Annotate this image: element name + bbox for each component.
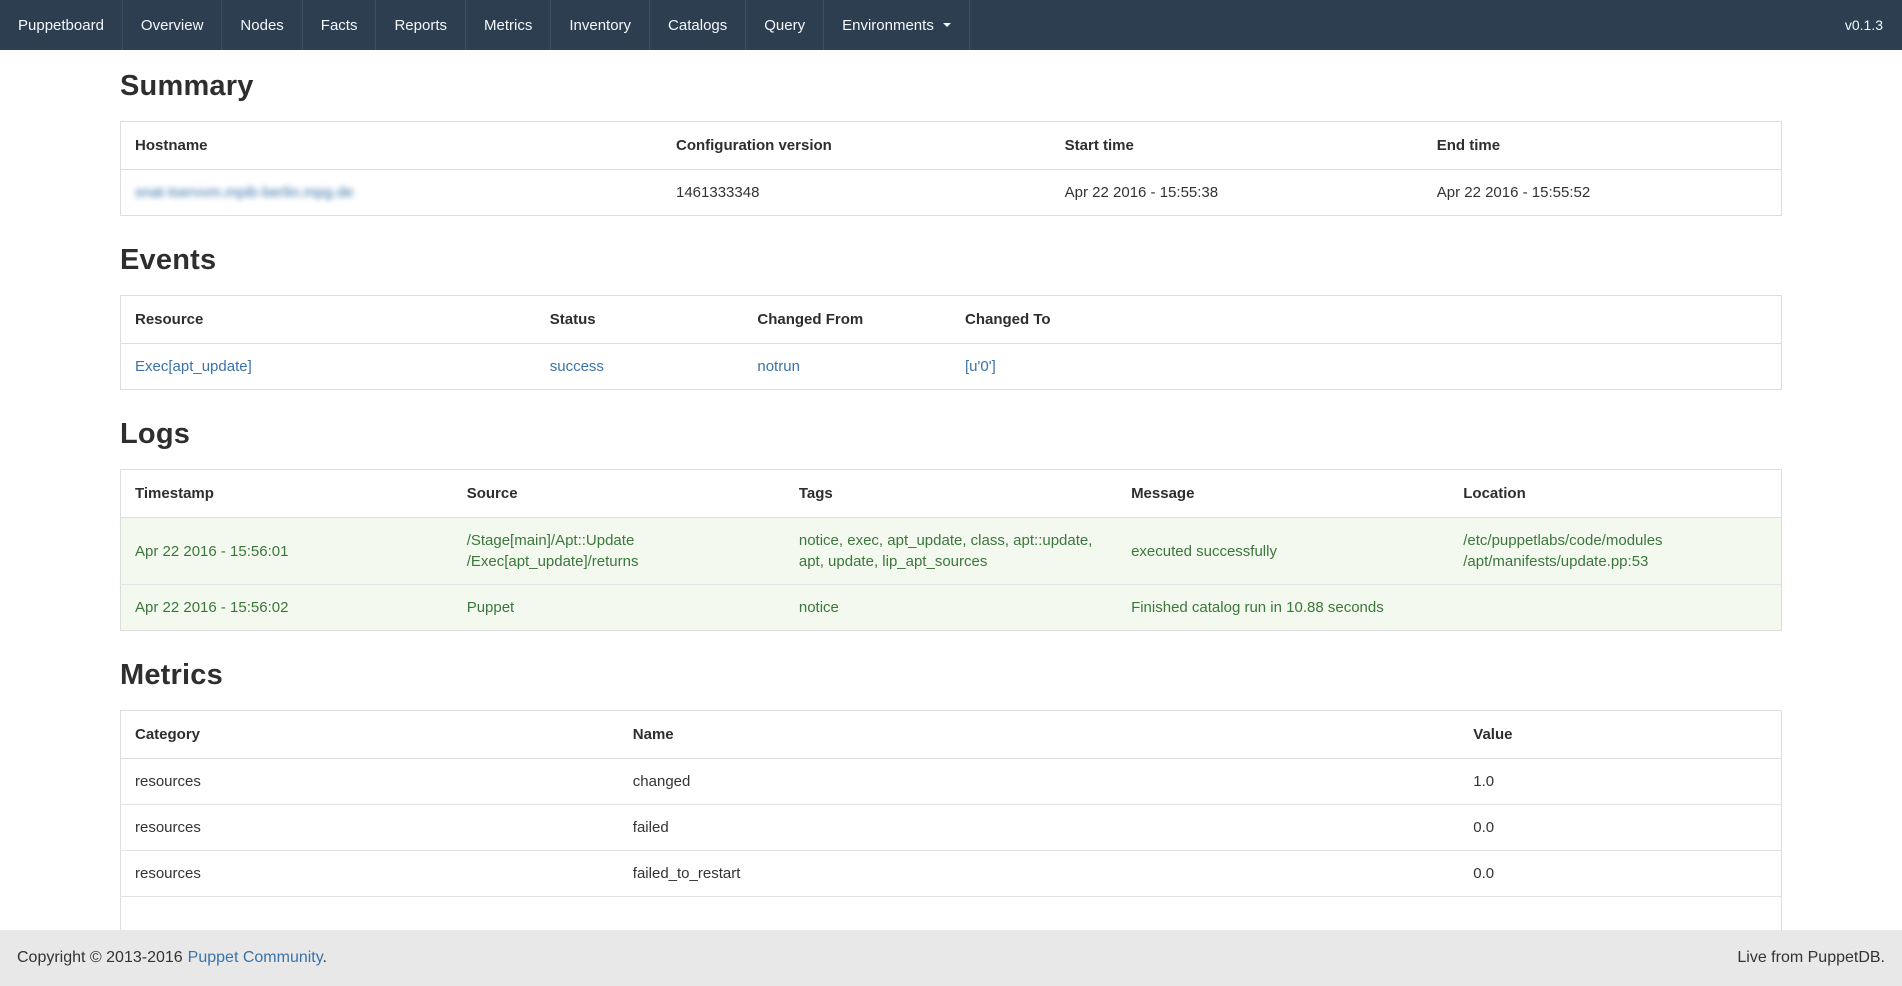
metrics-section: Metrics Category Name Value resources ch… — [120, 659, 1782, 942]
log-row: Apr 22 2016 - 15:56:01 /Stage[main]/Apt:… — [121, 518, 1782, 585]
event-changed-to-link[interactable]: [u'0'] — [965, 358, 996, 375]
log-location — [1449, 585, 1781, 631]
start-time-value: Apr 22 2016 - 15:55:38 — [1051, 170, 1423, 216]
metric-row: resources failed_to_restart 0.0 — [121, 851, 1782, 897]
copyright-period: . — [323, 949, 327, 966]
nav-item-catalogs[interactable]: Catalogs — [650, 0, 746, 50]
logs-heading: Logs — [120, 418, 1782, 451]
nav-dropdown-environments[interactable]: Environments — [824, 0, 970, 50]
navbar-spacer — [970, 0, 1826, 50]
nav-item-inventory[interactable]: Inventory — [551, 0, 650, 50]
nav-item-overview[interactable]: Overview — [123, 0, 223, 50]
puppet-community-link[interactable]: Puppet Community — [188, 949, 323, 966]
col-changed-from: Changed From — [743, 296, 951, 344]
log-timestamp: Apr 22 2016 - 15:56:02 — [121, 585, 453, 631]
col-resource: Resource — [121, 296, 536, 344]
nav-item-nodes[interactable]: Nodes — [222, 0, 302, 50]
metric-category: resources — [121, 851, 619, 897]
logs-section: Logs Timestamp Source Tags Message Locat… — [120, 418, 1782, 631]
col-source: Source — [453, 470, 785, 518]
events-section: Events Resource Status Changed From Chan… — [120, 244, 1782, 390]
col-status: Status — [536, 296, 744, 344]
metric-name: failed — [619, 805, 1459, 851]
metric-category: resources — [121, 805, 619, 851]
navbar: Puppetboard Overview Nodes Facts Reports… — [0, 0, 1902, 50]
metrics-table: Category Name Value resources changed 1.… — [120, 710, 1782, 942]
log-message: executed successfully — [1117, 518, 1449, 585]
log-timestamp: Apr 22 2016 - 15:56:01 — [121, 518, 453, 585]
col-end-time: End time — [1423, 122, 1782, 170]
metric-category: resources — [121, 759, 619, 805]
metric-value: 0.0 — [1459, 851, 1781, 897]
logs-header-row: Timestamp Source Tags Message Location — [121, 470, 1782, 518]
summary-section: Summary Hostname Configuration version S… — [120, 70, 1782, 216]
log-message: Finished catalog run in 10.88 seconds — [1117, 585, 1449, 631]
col-config-version: Configuration version — [662, 122, 1051, 170]
col-name: Name — [619, 711, 1459, 759]
event-status-link[interactable]: success — [550, 358, 604, 375]
log-location: /etc/puppetlabs/code/modules /apt/manife… — [1449, 518, 1781, 585]
log-tags: notice — [785, 585, 1117, 631]
events-heading: Events — [120, 244, 1782, 277]
log-tags: notice, exec, apt_update, class, apt::up… — [785, 518, 1117, 585]
hostname-link[interactable]: snat-tservvm.mpib-berlin.mpg.de — [135, 184, 353, 201]
col-start-time: Start time — [1051, 122, 1423, 170]
col-changed-to: Changed To — [951, 296, 1782, 344]
footer-copyright: Copyright © 2013-2016 Puppet Community. — [17, 949, 327, 967]
log-source: Puppet — [453, 585, 785, 631]
summary-header-row: Hostname Configuration version Start tim… — [121, 122, 1782, 170]
col-timestamp: Timestamp — [121, 470, 453, 518]
col-hostname: Hostname — [121, 122, 662, 170]
metric-name: failed_to_restart — [619, 851, 1459, 897]
events-table: Resource Status Changed From Changed To … — [120, 295, 1782, 390]
summary-table: Hostname Configuration version Start tim… — [120, 121, 1782, 216]
log-source: /Stage[main]/Apt::Update /Exec[apt_updat… — [453, 518, 785, 585]
nav-item-reports[interactable]: Reports — [376, 0, 466, 50]
config-version-value: 1461333348 — [662, 170, 1051, 216]
metric-name: changed — [619, 759, 1459, 805]
puppetdb-status-text: Live from PuppetDB. — [1737, 949, 1885, 967]
summary-heading: Summary — [120, 70, 1782, 103]
nav-item-facts[interactable]: Facts — [303, 0, 377, 50]
end-time-value: Apr 22 2016 - 15:55:52 — [1423, 170, 1782, 216]
metric-row: resources changed 1.0 — [121, 759, 1782, 805]
logs-table: Timestamp Source Tags Message Location A… — [120, 469, 1782, 631]
log-row: Apr 22 2016 - 15:56:02 Puppet notice Fin… — [121, 585, 1782, 631]
col-category: Category — [121, 711, 619, 759]
metric-value: 1.0 — [1459, 759, 1781, 805]
app-version: v0.1.3 — [1826, 0, 1902, 50]
metric-row: resources failed 0.0 — [121, 805, 1782, 851]
nav-item-query[interactable]: Query — [746, 0, 824, 50]
col-message: Message — [1117, 470, 1449, 518]
col-tags: Tags — [785, 470, 1117, 518]
report-page: Summary Hostname Configuration version S… — [0, 50, 1902, 942]
col-value: Value — [1459, 711, 1781, 759]
event-resource-link[interactable]: Exec[apt_update] — [135, 358, 252, 375]
col-location: Location — [1449, 470, 1781, 518]
metrics-heading: Metrics — [120, 659, 1782, 692]
footer: Copyright © 2013-2016 Puppet Community. L… — [0, 930, 1902, 986]
events-header-row: Resource Status Changed From Changed To — [121, 296, 1782, 344]
summary-row: snat-tservvm.mpib-berlin.mpg.de 14613333… — [121, 170, 1782, 216]
nav-brand-puppetboard[interactable]: Puppetboard — [0, 0, 123, 50]
metric-value: 0.0 — [1459, 805, 1781, 851]
event-row: Exec[apt_update] success notrun [u'0'] — [121, 344, 1782, 390]
chevron-down-icon — [943, 23, 951, 27]
metrics-header-row: Category Name Value — [121, 711, 1782, 759]
environments-label: Environments — [842, 17, 934, 34]
event-changed-from-link[interactable]: notrun — [757, 358, 800, 375]
copyright-text: Copyright © 2013-2016 — [17, 949, 183, 966]
nav-item-metrics[interactable]: Metrics — [466, 0, 551, 50]
